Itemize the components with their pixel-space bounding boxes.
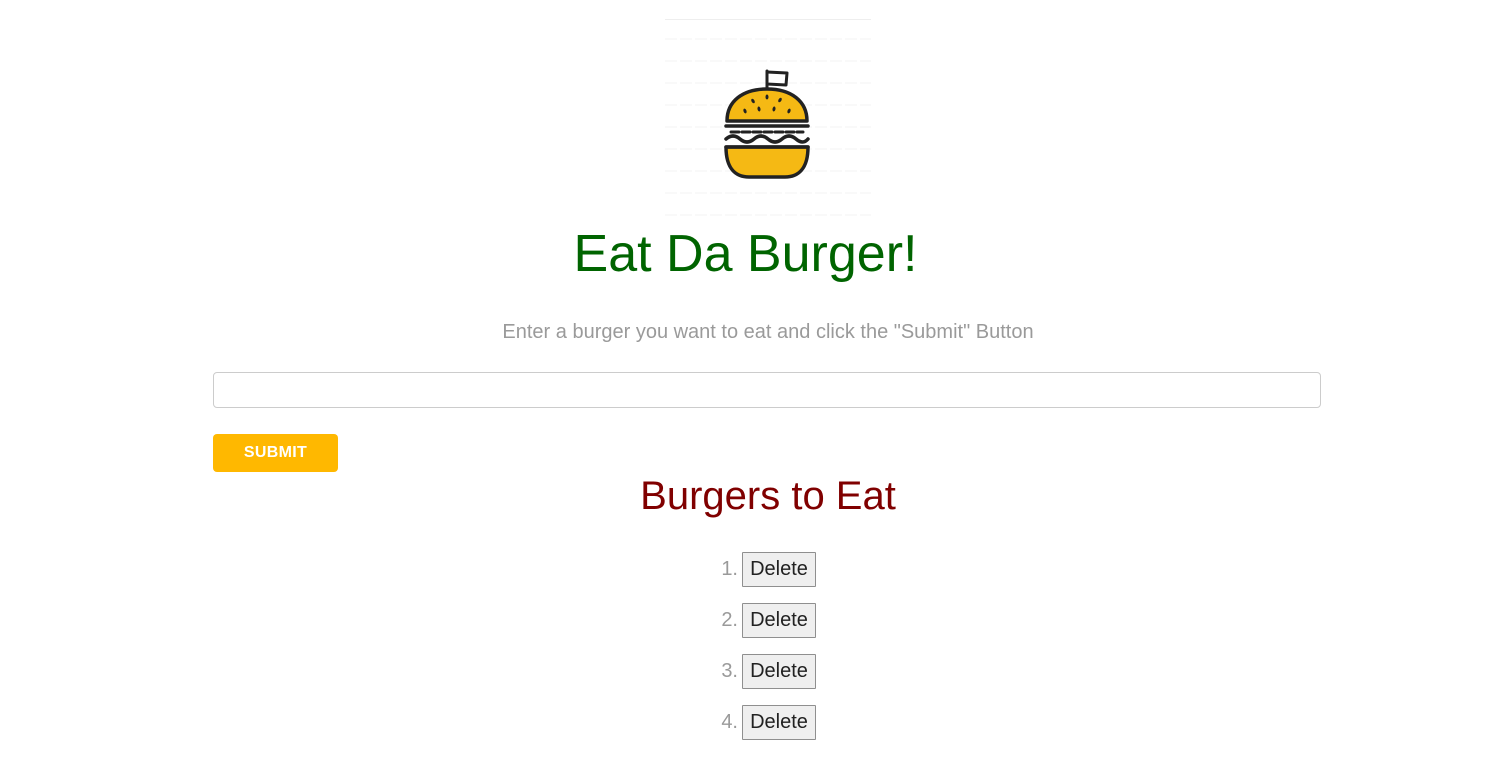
logo xyxy=(665,19,871,224)
list-item: 1. Delete xyxy=(712,552,816,587)
burgers-to-eat-heading: Burgers to Eat xyxy=(640,474,896,518)
instructions-text: Enter a burger you want to eat and click… xyxy=(502,321,1034,343)
burger-icon xyxy=(724,69,810,179)
delete-button[interactable]: Delete xyxy=(742,654,816,689)
burger-list: 1. Delete 2. Delete 3. Delete 4. Delete xyxy=(712,552,816,756)
list-item-number: 4. xyxy=(721,711,738,733)
submit-button[interactable]: SUBMIT xyxy=(213,434,338,472)
delete-button[interactable]: Delete xyxy=(742,705,816,740)
delete-button[interactable]: Delete xyxy=(742,552,816,587)
list-item-number: 2. xyxy=(721,609,738,631)
burger-name-input[interactable] xyxy=(213,372,1321,408)
list-item: 3. Delete xyxy=(712,654,816,689)
list-item-number: 1. xyxy=(721,558,738,580)
delete-button[interactable]: Delete xyxy=(742,603,816,638)
page-title: Eat Da Burger! xyxy=(573,225,918,283)
list-item: 4. Delete xyxy=(712,705,816,740)
list-item: 2. Delete xyxy=(712,603,816,638)
list-item-number: 3. xyxy=(721,660,738,682)
page: Eat Da Burger! Enter a burger you want t… xyxy=(0,0,1491,782)
